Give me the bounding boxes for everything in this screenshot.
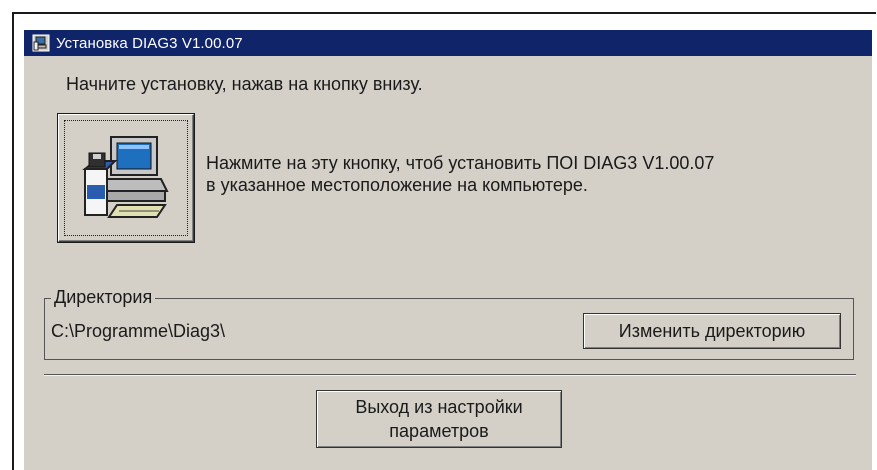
- directory-path: C:\Programme\Diag3\: [51, 321, 226, 341]
- title-bar[interactable]: Установка DIAG3 V1.00.07: [24, 30, 872, 56]
- directory-group: Директория C:\Programme\Diag3\ Изменить …: [44, 287, 854, 360]
- description-line-2: в указанное местоположение на компьютере…: [206, 175, 588, 195]
- window-title: Установка DIAG3 V1.00.07: [56, 34, 243, 52]
- exit-button-line-1: Выход из настройки: [355, 397, 523, 417]
- exit-setup-button[interactable]: Выход из настройки параметров: [316, 390, 562, 448]
- installer-window: Установка DIAG3 V1.00.07 Начните установ…: [24, 30, 872, 470]
- separator: [44, 374, 856, 376]
- description-line-1: Нажмите на эту кнопку, чтоб установить П…: [206, 153, 715, 173]
- instruction-text: Начните установку, нажав на кнопку внизу…: [66, 74, 423, 94]
- computer-setup-icon: [82, 136, 169, 218]
- install-button[interactable]: [58, 114, 194, 242]
- directory-label: Директория: [51, 287, 156, 308]
- installer-icon: [32, 34, 50, 52]
- change-directory-button[interactable]: Изменить директорию: [583, 313, 841, 349]
- exit-button-line-2: параметров: [389, 421, 489, 441]
- install-description: Нажмите на эту кнопку, чтоб установить П…: [206, 152, 714, 196]
